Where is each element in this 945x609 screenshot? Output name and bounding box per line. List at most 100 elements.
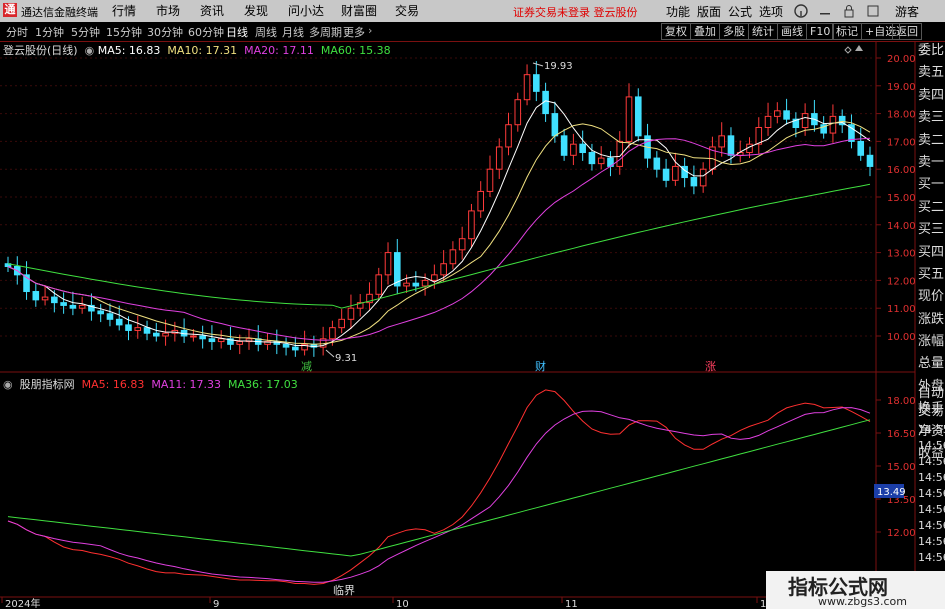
candle-body xyxy=(292,346,299,351)
y-tick-label: 13.00 xyxy=(887,249,916,260)
candle-body xyxy=(597,157,605,165)
tick-time-label: 14:56 xyxy=(918,471,945,484)
candle-body xyxy=(495,146,503,170)
ma-line-20 xyxy=(7,137,871,341)
candle-body xyxy=(653,157,661,170)
quote-field-label: 卖三 xyxy=(918,110,945,126)
y-tick-label: 19.00 xyxy=(887,82,916,93)
candle-body xyxy=(634,96,642,137)
quote-field-label: 卖五 xyxy=(918,65,945,81)
ma-label: MA20: 17.11 xyxy=(244,44,314,57)
candle-body xyxy=(857,140,865,156)
ma-label: MA5: 16.83 xyxy=(97,44,161,57)
candle-body xyxy=(431,274,438,281)
candle-body xyxy=(347,307,355,320)
sub-y-tick-label: 18.00 xyxy=(887,396,916,407)
candle-body xyxy=(755,127,763,145)
candle-body xyxy=(41,296,49,301)
candle-body xyxy=(514,99,522,126)
y-tick-label: 16.00 xyxy=(887,165,916,176)
quote-field-label: 现价 xyxy=(918,289,945,305)
tick-time-label: 14:56 xyxy=(918,439,945,452)
settings-icon[interactable]: ◉ xyxy=(81,44,95,57)
stock-label[interactable]: 登云股份(日线) xyxy=(3,44,78,57)
candle-body xyxy=(783,110,790,120)
candle-body xyxy=(69,304,77,309)
candle-body xyxy=(32,291,40,301)
quote-field-label: 卖一 xyxy=(918,154,945,170)
tick-time-label: 14:55 xyxy=(918,423,945,436)
ma-label: MA11: 17.33 xyxy=(151,378,222,391)
marker-jian[interactable]: 减 xyxy=(301,360,312,373)
indicator-name[interactable]: 股朋指标网 xyxy=(20,378,75,391)
candle-body xyxy=(523,74,531,101)
candle-body xyxy=(727,135,735,156)
sub-y-tick-label: 15.00 xyxy=(887,462,916,473)
candle-body xyxy=(625,96,633,142)
candle-body xyxy=(764,115,772,128)
candle-body xyxy=(468,210,475,240)
candle-body xyxy=(403,282,410,287)
quote-field-label: 涨跌 xyxy=(918,311,945,327)
candle-body xyxy=(533,74,540,92)
tick-time-label: 自动 xyxy=(918,386,945,401)
candle-body xyxy=(421,279,429,287)
marker-cai[interactable]: 财 xyxy=(535,359,546,373)
ma-label: MA5: 16.83 xyxy=(81,378,145,391)
quote-field-label: 涨幅 xyxy=(918,334,945,350)
candle-body xyxy=(162,332,169,337)
candle-body xyxy=(560,135,568,156)
y-tick-label: 11.00 xyxy=(887,304,916,315)
quote-field-label: 卖二 xyxy=(918,132,945,148)
y-tick-label: 14.00 xyxy=(887,221,916,232)
quote-field-label: 买五 xyxy=(918,266,945,282)
candle-body xyxy=(51,296,58,304)
y-tick-label: 10.00 xyxy=(887,332,916,343)
candle-body xyxy=(774,110,781,117)
candle-body xyxy=(60,302,67,306)
tick-time-label: 14:56 xyxy=(918,487,945,500)
candle-body xyxy=(458,238,466,251)
quote-field-label: 买一 xyxy=(918,177,945,193)
tick-panel: 自动交易 14:55 14:56 14:56 14:56 14:56 14:56 14:56 1… xyxy=(918,385,945,565)
marker-linjie: 临界 xyxy=(333,583,355,597)
sub-line-ma11 xyxy=(7,407,871,583)
y-tick-label: 18.00 xyxy=(887,110,916,121)
x-tick-label: 2024年 xyxy=(5,597,40,609)
candle-body xyxy=(199,335,206,340)
candle-body xyxy=(449,249,457,265)
candle-body xyxy=(190,335,197,338)
candle-body xyxy=(690,177,698,187)
candle-body xyxy=(440,263,447,276)
candle-body xyxy=(551,113,559,137)
candle-body xyxy=(125,324,132,331)
settings-icon[interactable]: ◉ xyxy=(3,378,16,391)
ma-line-5 xyxy=(7,100,871,348)
candle-body xyxy=(338,318,345,329)
candle-body xyxy=(570,143,577,156)
x-tick-label: 9 xyxy=(213,599,219,609)
x-tick-label: 11 xyxy=(565,599,578,609)
marker-zhang[interactable]: 涨 xyxy=(705,360,716,373)
candle-body xyxy=(97,310,104,315)
quote-field-label: 买二 xyxy=(918,199,945,215)
candle-body xyxy=(208,338,216,343)
tick-time-label: 14:56 xyxy=(918,519,945,532)
tick-time-label: 14:56 xyxy=(918,535,945,548)
candle-body xyxy=(282,343,290,348)
chart-canvas[interactable]: 20.00 19.00 18.00 17.00 16.00 15.00 14.00 13.00… xyxy=(0,0,945,609)
quote-field-label: 委比 xyxy=(918,43,945,58)
high-label: 19.93 xyxy=(544,61,573,72)
diamond-icon[interactable] xyxy=(844,46,852,54)
candle-body xyxy=(217,338,225,343)
quote-field-label: 买四 xyxy=(918,244,945,260)
y-tick-label: 20.00 xyxy=(887,54,916,65)
candle-body xyxy=(153,332,160,337)
sub-info-line: ◉ 股朋指标网 MA5: 16.83 MA11: 17.33 MA36: 17.… xyxy=(3,376,298,392)
x-tick-label: 10 xyxy=(396,599,409,609)
candle-body xyxy=(699,168,707,187)
sub-y-tick-label: 12.00 xyxy=(887,528,916,539)
triangle-icon[interactable] xyxy=(855,45,863,51)
candle-body xyxy=(579,143,586,154)
low-label: 9.31 xyxy=(335,353,357,364)
